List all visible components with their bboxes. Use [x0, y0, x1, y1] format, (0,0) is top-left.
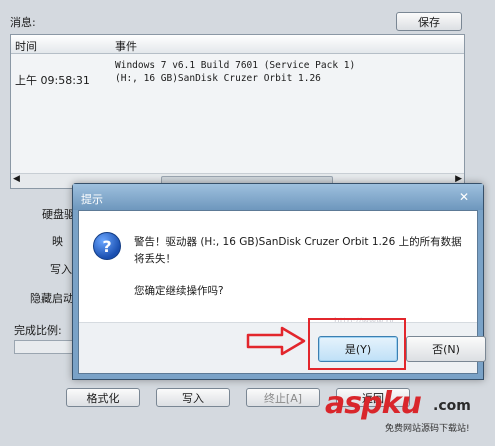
dialog-titlebar[interactable]: 提示 ✕	[73, 184, 483, 210]
scroll-left-icon[interactable]: ◀	[13, 174, 20, 184]
log-entry-line2: (H:, 16 GB)SanDisk Cruzer Orbit 1.26	[115, 73, 321, 84]
log-label: 消息:	[10, 16, 36, 29]
red-highlight-box	[308, 318, 406, 370]
close-icon[interactable]: ✕	[455, 190, 473, 205]
log-time: 上午 09:58:31	[15, 74, 90, 87]
watermark-domain: .com	[433, 398, 471, 414]
question-text: 您确定继续操作吗?	[134, 285, 224, 297]
save-button[interactable]: 保存	[396, 12, 462, 31]
watermark-tagline: 免费网站源码下载站!	[385, 424, 470, 434]
side-label-drive: 硬盘驱	[42, 208, 75, 221]
site-watermark: aspku .com 免费网站源码下载站!	[325, 386, 495, 434]
dialog-title: 提示	[81, 193, 103, 206]
log-panel: 时间 事件 Windows 7 v6.1 Build 7601 (Service…	[10, 34, 465, 189]
side-label-write: 写入	[50, 263, 72, 276]
write-button[interactable]: 写入	[156, 388, 230, 407]
warning-text-line1: 警告！驱动器 (H:, 16 GB)SanDisk Cruzer Orbit 1…	[134, 236, 462, 248]
side-label-hidden: 隐藏启动	[30, 292, 74, 305]
progress-bar	[14, 340, 76, 354]
no-button[interactable]: 否(N)	[406, 336, 486, 362]
stop-button[interactable]: 终止[A]	[246, 388, 320, 407]
warning-text-line2: 将丢失！	[134, 253, 176, 265]
column-event[interactable]: 事件	[115, 38, 137, 54]
column-time[interactable]: 时间	[15, 38, 37, 54]
format-button[interactable]: 格式化	[66, 388, 140, 407]
watermark-brand: aspku	[325, 386, 422, 421]
side-label-image: 映	[52, 235, 63, 248]
side-label-progress: 完成比例:	[14, 324, 62, 337]
question-icon: ?	[93, 232, 121, 260]
log-entry-line1: Windows 7 v6.1 Build 7601 (Service Pack …	[115, 60, 356, 71]
log-header: 时间 事件	[11, 35, 464, 54]
red-arrow-icon	[246, 326, 306, 356]
